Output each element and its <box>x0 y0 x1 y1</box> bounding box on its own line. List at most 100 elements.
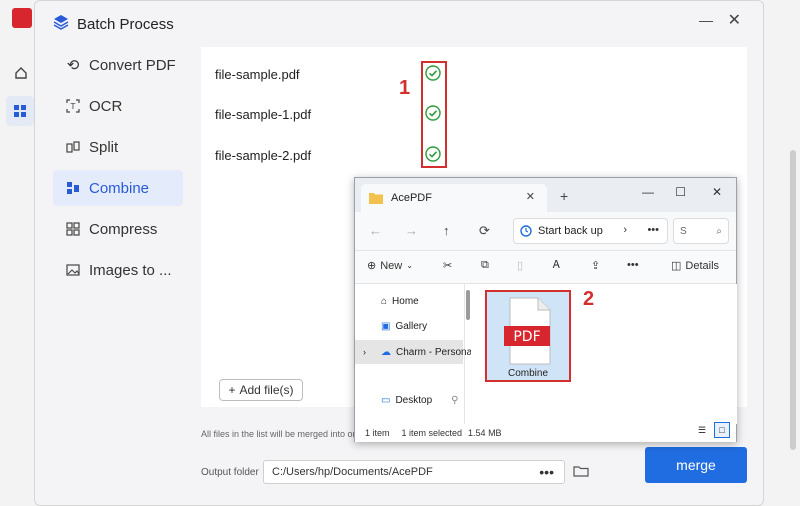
sidebar-item-convert-pdf[interactable]: ⟲ Convert PDF <box>53 47 183 83</box>
new-tab-icon[interactable]: + <box>560 188 568 204</box>
address-bar[interactable]: Start back up › ••• <box>513 218 668 244</box>
share-icon[interactable]: ⇪ <box>591 259 600 272</box>
plus-circle-icon: ⊕ <box>367 260 377 272</box>
explorer-status-bar: 1 item 1 item selected 1.54 MB <box>355 424 736 442</box>
search-input[interactable]: S ⌕ <box>673 218 729 244</box>
copy-icon[interactable]: ⧉ <box>481 259 489 272</box>
merge-button[interactable]: merge <box>645 447 747 483</box>
convert-icon: ⟲ <box>66 57 80 74</box>
add-files-button[interactable]: + Add file(s) <box>219 379 303 401</box>
annotation-marker-2: 2 <box>583 288 595 310</box>
backup-icon <box>520 225 532 237</box>
paste-icon[interactable]: ▯ <box>517 259 523 272</box>
explorer-content-pane: PDF Combine 2 <box>471 284 737 424</box>
sidebar-item-compress[interactable]: Compress <box>53 211 183 247</box>
check-circle-icon <box>425 105 441 121</box>
sidebar-item-label: Convert PDF <box>89 56 176 74</box>
chevron-right-icon[interactable]: › <box>363 347 366 357</box>
file-name: file-sample-1.pdf <box>215 107 312 122</box>
explorer-nav-pane: ⌂ Home ▣ Gallery › ☁ Charm - Persona ▭ D… <box>355 284 472 424</box>
explorer-nav-bar: ← → ↑ ⟳ Start back up › ••• S ⌕ <box>355 212 736 250</box>
home-icon[interactable] <box>8 60 34 86</box>
home-icon: ⌂ <box>381 296 388 307</box>
pdf-file-icon: PDF <box>504 297 551 365</box>
nav-item-label: Charm - Persona <box>396 346 473 358</box>
rename-icon[interactable]: Ꭺ <box>553 259 560 272</box>
back-arrow-icon[interactable]: ← <box>369 223 382 238</box>
minimize-icon[interactable]: — <box>642 185 654 199</box>
tool-sidebar: ⟲ Convert PDF T OCR Split Combine Compre… <box>53 47 183 293</box>
add-files-label: Add file(s) <box>239 383 294 397</box>
desktop-icon: ▭ <box>381 395 391 406</box>
annotation-marker-1: 1 <box>399 77 411 99</box>
file-name: file-sample-2.pdf <box>215 148 312 163</box>
dialog-title: Batch Process <box>77 15 174 33</box>
output-folder-path: C:/Users/hp/Documents/AcePDF <box>272 466 433 478</box>
chevron-right-icon[interactable]: › <box>623 224 627 236</box>
explorer-tab[interactable]: AcePDF ✕ <box>361 184 547 212</box>
sidebar-item-combine[interactable]: Combine <box>53 170 183 206</box>
list-view-icon[interactable]: ☰ <box>694 422 710 438</box>
refresh-icon[interactable]: ⟳ <box>479 223 490 239</box>
nav-item-gallery[interactable]: ▣ Gallery <box>381 321 427 332</box>
explorer-tab-bar: AcePDF ✕ + — ☐ ✕ <box>355 178 736 212</box>
ocr-icon: T <box>65 98 81 114</box>
more-icon[interactable]: ••• <box>627 259 639 271</box>
minimize-button[interactable]: — <box>699 12 713 28</box>
layers-icon <box>53 14 69 34</box>
sidebar-item-images-to[interactable]: Images to ... <box>53 252 183 288</box>
more-options-icon[interactable]: ••• <box>539 464 554 480</box>
maximize-icon[interactable]: ☐ <box>675 185 686 199</box>
gallery-icon: ▣ <box>381 321 391 332</box>
nav-scrollbar[interactable] <box>466 290 470 320</box>
file-name: file-sample.pdf <box>215 67 300 82</box>
nav-item-onedrive[interactable]: › ☁ Charm - Persona <box>355 340 472 364</box>
explorer-command-bar: ⊕ New ⌄ ✂ ⧉ ▯ Ꭺ ⇪ ••• ◫ Details <box>355 250 736 284</box>
chevron-down-icon: ⌄ <box>406 261 413 270</box>
sidebar-item-ocr[interactable]: T OCR <box>53 88 183 124</box>
folder-icon[interactable] <box>573 463 589 479</box>
forward-arrow-icon[interactable]: → <box>405 223 418 238</box>
apps-grid-icon[interactable] <box>6 96 34 126</box>
app-scrollbar[interactable] <box>790 150 796 450</box>
up-arrow-icon[interactable]: ↑ <box>443 223 450 238</box>
cut-icon[interactable]: ✂ <box>443 259 452 272</box>
pdf-file-name: Combine <box>507 368 549 379</box>
nav-item-label: Home <box>392 296 419 307</box>
pdf-file-item[interactable]: PDF Combine <box>485 290 571 382</box>
more-icon[interactable]: ••• <box>647 224 659 236</box>
search-placeholder: S <box>680 225 687 237</box>
sidebar-item-split[interactable]: Split <box>53 129 183 165</box>
selected-size: 1.54 MB <box>468 428 502 438</box>
nav-item-home[interactable]: ⌂ Home <box>381 296 419 307</box>
new-button[interactable]: ⊕ New ⌄ <box>367 259 413 273</box>
explorer-tab-title: AcePDF <box>391 192 432 204</box>
pdf-badge: PDF <box>513 329 540 345</box>
details-label: Details <box>685 259 720 272</box>
details-button[interactable]: ◫ Details <box>671 259 720 273</box>
sidebar-item-label: OCR <box>89 97 123 115</box>
app-rail <box>0 0 36 506</box>
cloud-icon: ☁ <box>381 346 391 358</box>
sidebar-item-label: Compress <box>89 220 158 238</box>
address-text: Start back up <box>538 225 603 237</box>
check-circle-icon <box>425 65 441 81</box>
compress-icon <box>65 221 81 237</box>
nav-item-label: Desktop <box>395 395 433 406</box>
nav-item-label: Gallery <box>395 321 428 332</box>
plus-icon: + <box>228 383 236 397</box>
file-explorer-window: AcePDF ✕ + — ☐ ✕ ← → ↑ ⟳ Start back up ›… <box>354 177 737 442</box>
close-window-icon[interactable]: ✕ <box>712 185 722 199</box>
tiles-view-icon[interactable]: □ <box>714 422 730 438</box>
dialog-title-bar: Batch Process <box>53 14 174 34</box>
nav-item-desktop[interactable]: ▭ Desktop ⚲ <box>381 395 458 406</box>
folder-icon <box>369 193 383 204</box>
new-label: New <box>380 259 403 272</box>
view-toggle: ☰ □ <box>694 422 730 438</box>
check-circle-icon <box>425 146 441 162</box>
pin-icon[interactable]: ⚲ <box>451 395 458 406</box>
close-button[interactable]: ✕ <box>728 10 741 30</box>
output-folder-field[interactable]: C:/Users/hp/Documents/AcePDF ••• <box>263 460 565 484</box>
close-tab-icon[interactable]: ✕ <box>526 190 535 203</box>
split-icon <box>65 139 81 155</box>
